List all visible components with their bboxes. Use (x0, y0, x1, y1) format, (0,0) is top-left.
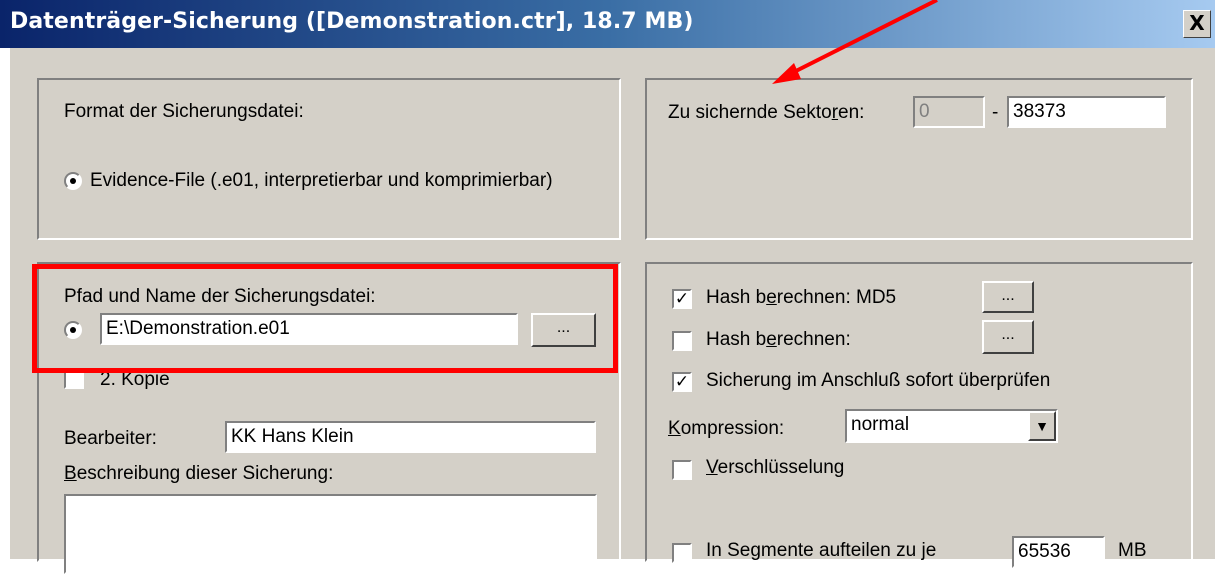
editor-label: Bearbeiter: (64, 428, 157, 449)
format-label: Format der Sicherungsdatei: (64, 101, 304, 122)
description-label: Beschreibung dieser Sicherung: (64, 463, 334, 484)
compression-value: normal (851, 414, 910, 435)
encryption-checkbox[interactable] (672, 460, 692, 480)
hash2-checkbox[interactable] (672, 331, 692, 351)
hash2-label: Hash berechnen: (706, 329, 851, 350)
sector-from-input[interactable]: 0 (913, 96, 985, 128)
editor-input[interactable]: KK Hans Klein (225, 421, 596, 453)
chevron-down-icon[interactable]: ▼ (1028, 411, 1056, 441)
evidence-file-label: Evidence-File (.e01, interpretierbar und… (90, 170, 553, 191)
verify-checkbox[interactable]: ✓ (672, 372, 692, 392)
sectors-label: Zu sichernde Sektoren: (668, 102, 865, 123)
window-title: Datenträger-Sicherung ([Demonstration.ct… (10, 9, 694, 34)
segments-input[interactable]: 65536 (1012, 536, 1105, 568)
compression-select[interactable]: normal ▼ (845, 409, 1058, 443)
encryption-label: Verschlüsselung (706, 457, 845, 478)
evidence-file-radio[interactable] (64, 172, 82, 190)
hash-md5-checkbox[interactable]: ✓ (672, 289, 692, 309)
title-bar: Datenträger-Sicherung ([Demonstration.ct… (0, 0, 1215, 48)
sector-to-input[interactable]: 38373 (1007, 96, 1166, 128)
hash-md5-label: Hash berechnen: MD5 (706, 287, 897, 308)
verify-label: Sicherung im Anschluß sofort überprüfen (706, 370, 1051, 391)
hash-md5-options-button[interactable]: ... (982, 281, 1034, 313)
compression-label: Kompression: (668, 418, 785, 439)
sector-separator: - (992, 102, 999, 123)
segments-checkbox[interactable] (672, 543, 692, 563)
hash2-options-button[interactable]: ... (982, 320, 1034, 354)
highlight-box (32, 264, 618, 373)
close-button[interactable]: X (1183, 10, 1211, 38)
description-textarea[interactable] (64, 494, 597, 574)
